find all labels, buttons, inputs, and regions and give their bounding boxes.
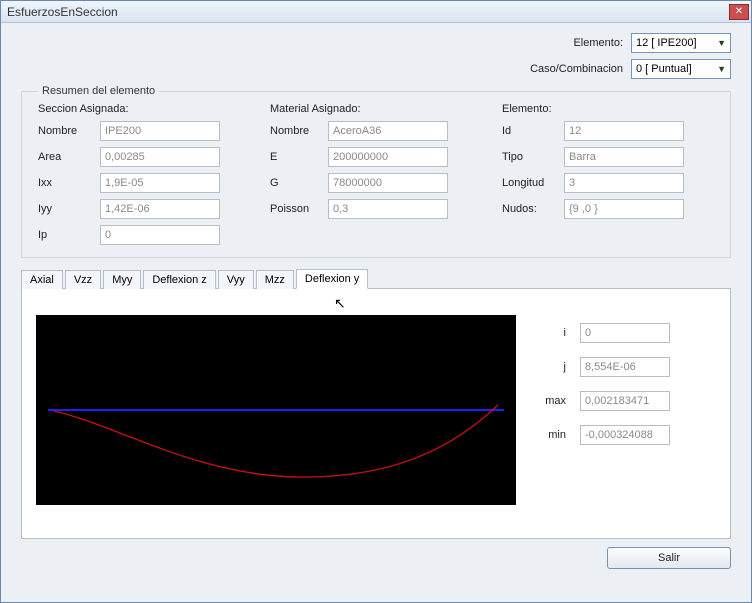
mat-poisson-field [328, 199, 448, 219]
caso-label: Caso/Combinacion [530, 63, 623, 75]
longitud-label: Longitud [502, 177, 558, 189]
poisson-label: Poisson [270, 203, 322, 215]
mat-g-field [328, 173, 448, 193]
i-field [580, 323, 670, 343]
elem-longitud-field [564, 173, 684, 193]
tab-panel: i j max min [21, 289, 731, 539]
group-legend: Resumen del elemento [38, 85, 159, 97]
nombre-label: Nombre [38, 125, 94, 137]
seccion-area-field [100, 147, 220, 167]
app-window: EsfuerzosEnSeccion ✕ Elemento: 12 [ IPE2… [0, 0, 752, 603]
g-label: G [270, 177, 322, 189]
material-title: Material Asignado: [270, 103, 482, 115]
tabs: Axial Vzz Myy Deflexion z Vyy Mzz Deflex… [21, 268, 731, 289]
mat-e-field [328, 147, 448, 167]
chart-values: i j max min [536, 317, 670, 524]
elemento-label: Elemento: [573, 37, 623, 49]
tab-axial[interactable]: Axial [21, 270, 63, 289]
titlebar: EsfuerzosEnSeccion ✕ [1, 1, 751, 23]
elemento-value: 12 [ IPE200] [636, 37, 697, 49]
max-label: max [536, 395, 566, 407]
elem-id-field [564, 121, 684, 141]
min-field [580, 425, 670, 445]
elemento-title: Elemento: [502, 103, 714, 115]
tipo-label: Tipo [502, 151, 558, 163]
elem-nudos-field [564, 199, 684, 219]
chevron-down-icon: ▼ [717, 38, 726, 48]
seccion-nombre-field [100, 121, 220, 141]
window-title: EsfuerzosEnSeccion [7, 5, 118, 19]
chevron-down-icon: ▼ [717, 64, 726, 74]
id-label: Id [502, 125, 558, 137]
deflection-curve [36, 315, 516, 505]
deflection-chart [36, 315, 516, 505]
area-label: Area [38, 151, 94, 163]
seccion-title: Seccion Asignada: [38, 103, 250, 115]
close-icon[interactable]: ✕ [729, 4, 749, 20]
mat-nombre-label: Nombre [270, 125, 322, 137]
seccion-ixx-field [100, 173, 220, 193]
mat-nombre-field [328, 121, 448, 141]
resumen-group: Resumen del elemento Seccion Asignada: N… [21, 85, 731, 258]
iyy-label: Iyy [38, 203, 94, 215]
content-area: Elemento: 12 [ IPE200] ▼ Caso/Combinacio… [1, 23, 751, 543]
j-label: j [536, 361, 566, 373]
min-label: min [536, 429, 566, 441]
elem-tipo-field [564, 147, 684, 167]
e-label: E [270, 151, 322, 163]
max-field [580, 391, 670, 411]
ixx-label: Ixx [38, 177, 94, 189]
seccion-ip-field [100, 225, 220, 245]
caso-dropdown[interactable]: 0 [ Puntual] ▼ [631, 59, 731, 79]
tab-vyy[interactable]: Vyy [218, 270, 254, 289]
elemento-dropdown[interactable]: 12 [ IPE200] ▼ [631, 33, 731, 53]
seccion-iyy-field [100, 199, 220, 219]
i-label: i [536, 327, 566, 339]
j-field [580, 357, 670, 377]
tab-deflexion-z[interactable]: Deflexion z [143, 270, 215, 289]
nudos-label: Nudos: [502, 203, 558, 215]
tab-myy[interactable]: Myy [103, 270, 141, 289]
caso-value: 0 [ Puntual] [636, 63, 692, 75]
tab-mzz[interactable]: Mzz [256, 270, 294, 289]
tab-vzz[interactable]: Vzz [65, 270, 101, 289]
ip-label: Ip [38, 229, 94, 241]
tab-deflexion-y[interactable]: Deflexion y [296, 269, 368, 289]
exit-button[interactable]: Salir [607, 547, 731, 569]
